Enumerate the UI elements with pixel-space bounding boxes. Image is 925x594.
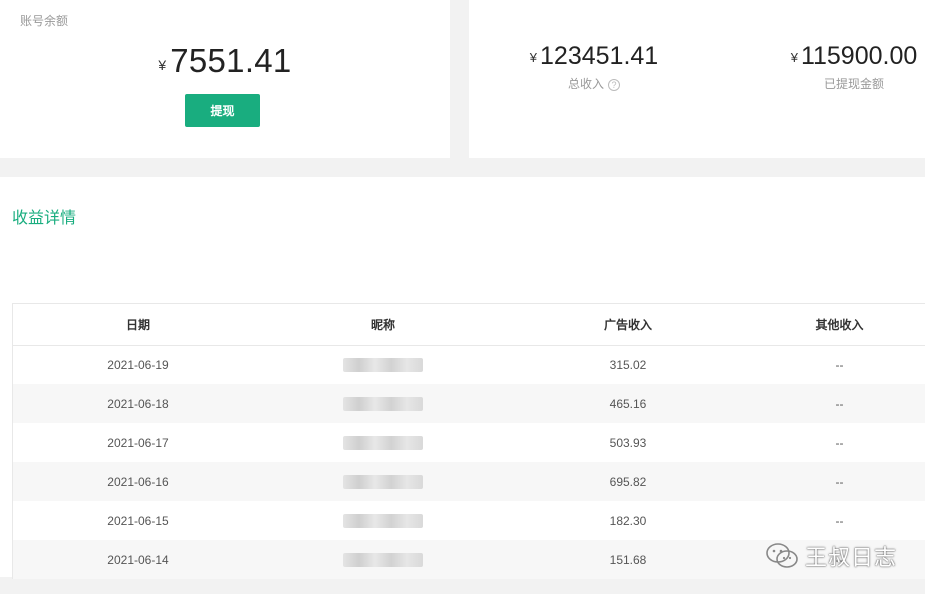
total-income-label: 总收入 bbox=[567, 77, 604, 91]
section-title: 收益详情 bbox=[12, 210, 77, 227]
table-header-row: 日期 昵称 广告收入 其他收入 bbox=[13, 304, 925, 346]
blurred-nickname bbox=[343, 513, 423, 528]
ad-income-cell: 695.82 bbox=[503, 462, 753, 501]
wechat-icon bbox=[766, 543, 798, 568]
income-card: ¥123451.41 总收入? ¥115900.00 已提现金额 bbox=[469, 0, 925, 158]
blurred-nickname bbox=[343, 396, 423, 411]
nickname-cell bbox=[263, 501, 503, 540]
ad-income-cell: 465.16 bbox=[503, 384, 753, 423]
total-income-value: 123451.41 bbox=[540, 42, 659, 70]
balance-value: 7551.41 bbox=[170, 42, 292, 79]
column-header-nickname: 昵称 bbox=[263, 304, 503, 346]
nickname-cell bbox=[263, 384, 503, 423]
column-header-date: 日期 bbox=[13, 304, 263, 346]
balance-label: 账号余额 bbox=[20, 14, 69, 28]
withdrawn-stat: ¥115900.00 已提现金额 bbox=[769, 42, 925, 92]
nickname-cell bbox=[263, 540, 503, 579]
ad-income-cell: 182.30 bbox=[609, 513, 647, 528]
blurred-nickname bbox=[343, 435, 423, 450]
table-row: 2021-06-18 465.16 -- bbox=[13, 384, 925, 423]
balance-amount: ¥7551.41 bbox=[0, 42, 450, 80]
help-icon[interactable]: ? bbox=[608, 79, 620, 91]
date-cell: 2021-06-15 bbox=[107, 513, 169, 528]
withdrawn-currency: ¥ bbox=[790, 50, 798, 65]
withdrawn-label: 已提现金额 bbox=[823, 77, 884, 91]
date-cell: 2021-06-19 bbox=[107, 357, 169, 372]
table-row: 2021-06-15 182.30 -- bbox=[13, 501, 925, 540]
ad-income-cell: 503.93 bbox=[609, 435, 647, 450]
balance-card: 账号余额 ¥7551.41 提现 bbox=[0, 0, 450, 158]
nickname-cell bbox=[263, 423, 503, 462]
date-cell: 2021-06-18 bbox=[13, 384, 263, 423]
ad-income-cell: 315.02 bbox=[609, 357, 647, 372]
watermark-text: 王叔日志 bbox=[804, 545, 897, 570]
blurred-nickname bbox=[343, 474, 423, 489]
nickname-cell bbox=[263, 462, 503, 501]
total-income-currency: ¥ bbox=[529, 50, 538, 65]
other-income-cell: -- bbox=[835, 513, 844, 528]
blurred-nickname bbox=[343, 552, 423, 567]
other-income-cell: -- bbox=[835, 357, 844, 372]
earnings-table: 日期 昵称 广告收入 其他收入 2021-06-19 315.02 -- 202… bbox=[12, 303, 925, 579]
withdraw-button[interactable]: 提现 bbox=[185, 94, 260, 127]
ad-income-cell: 151.68 bbox=[503, 540, 753, 579]
table-row: 2021-06-19 315.02 -- bbox=[13, 345, 925, 384]
date-cell: 2021-06-16 bbox=[13, 462, 263, 501]
nickname-cell bbox=[263, 345, 503, 384]
total-income-stat: ¥123451.41 总收入? bbox=[509, 42, 679, 92]
table-row: 2021-06-16 695.82 -- bbox=[13, 462, 925, 501]
earnings-detail-panel: 收益详情 日期 昵称 广告收入 其他收入 2021-06-19 315.02 -… bbox=[0, 177, 925, 579]
balance-currency: ¥ bbox=[158, 57, 167, 73]
date-cell: 2021-06-14 bbox=[13, 540, 263, 579]
other-income-cell: -- bbox=[753, 384, 925, 423]
other-income-cell: -- bbox=[753, 462, 925, 501]
watermark: 王叔日志 bbox=[765, 540, 897, 572]
blurred-nickname bbox=[343, 358, 423, 373]
withdrawn-value: 115900.00 bbox=[800, 42, 918, 70]
column-header-other-income: 其他收入 bbox=[753, 304, 925, 346]
date-cell: 2021-06-17 bbox=[107, 435, 169, 450]
table-row: 2021-06-17 503.93 -- bbox=[13, 423, 925, 462]
other-income-cell: -- bbox=[835, 435, 844, 450]
column-header-ad-income: 广告收入 bbox=[503, 304, 753, 346]
